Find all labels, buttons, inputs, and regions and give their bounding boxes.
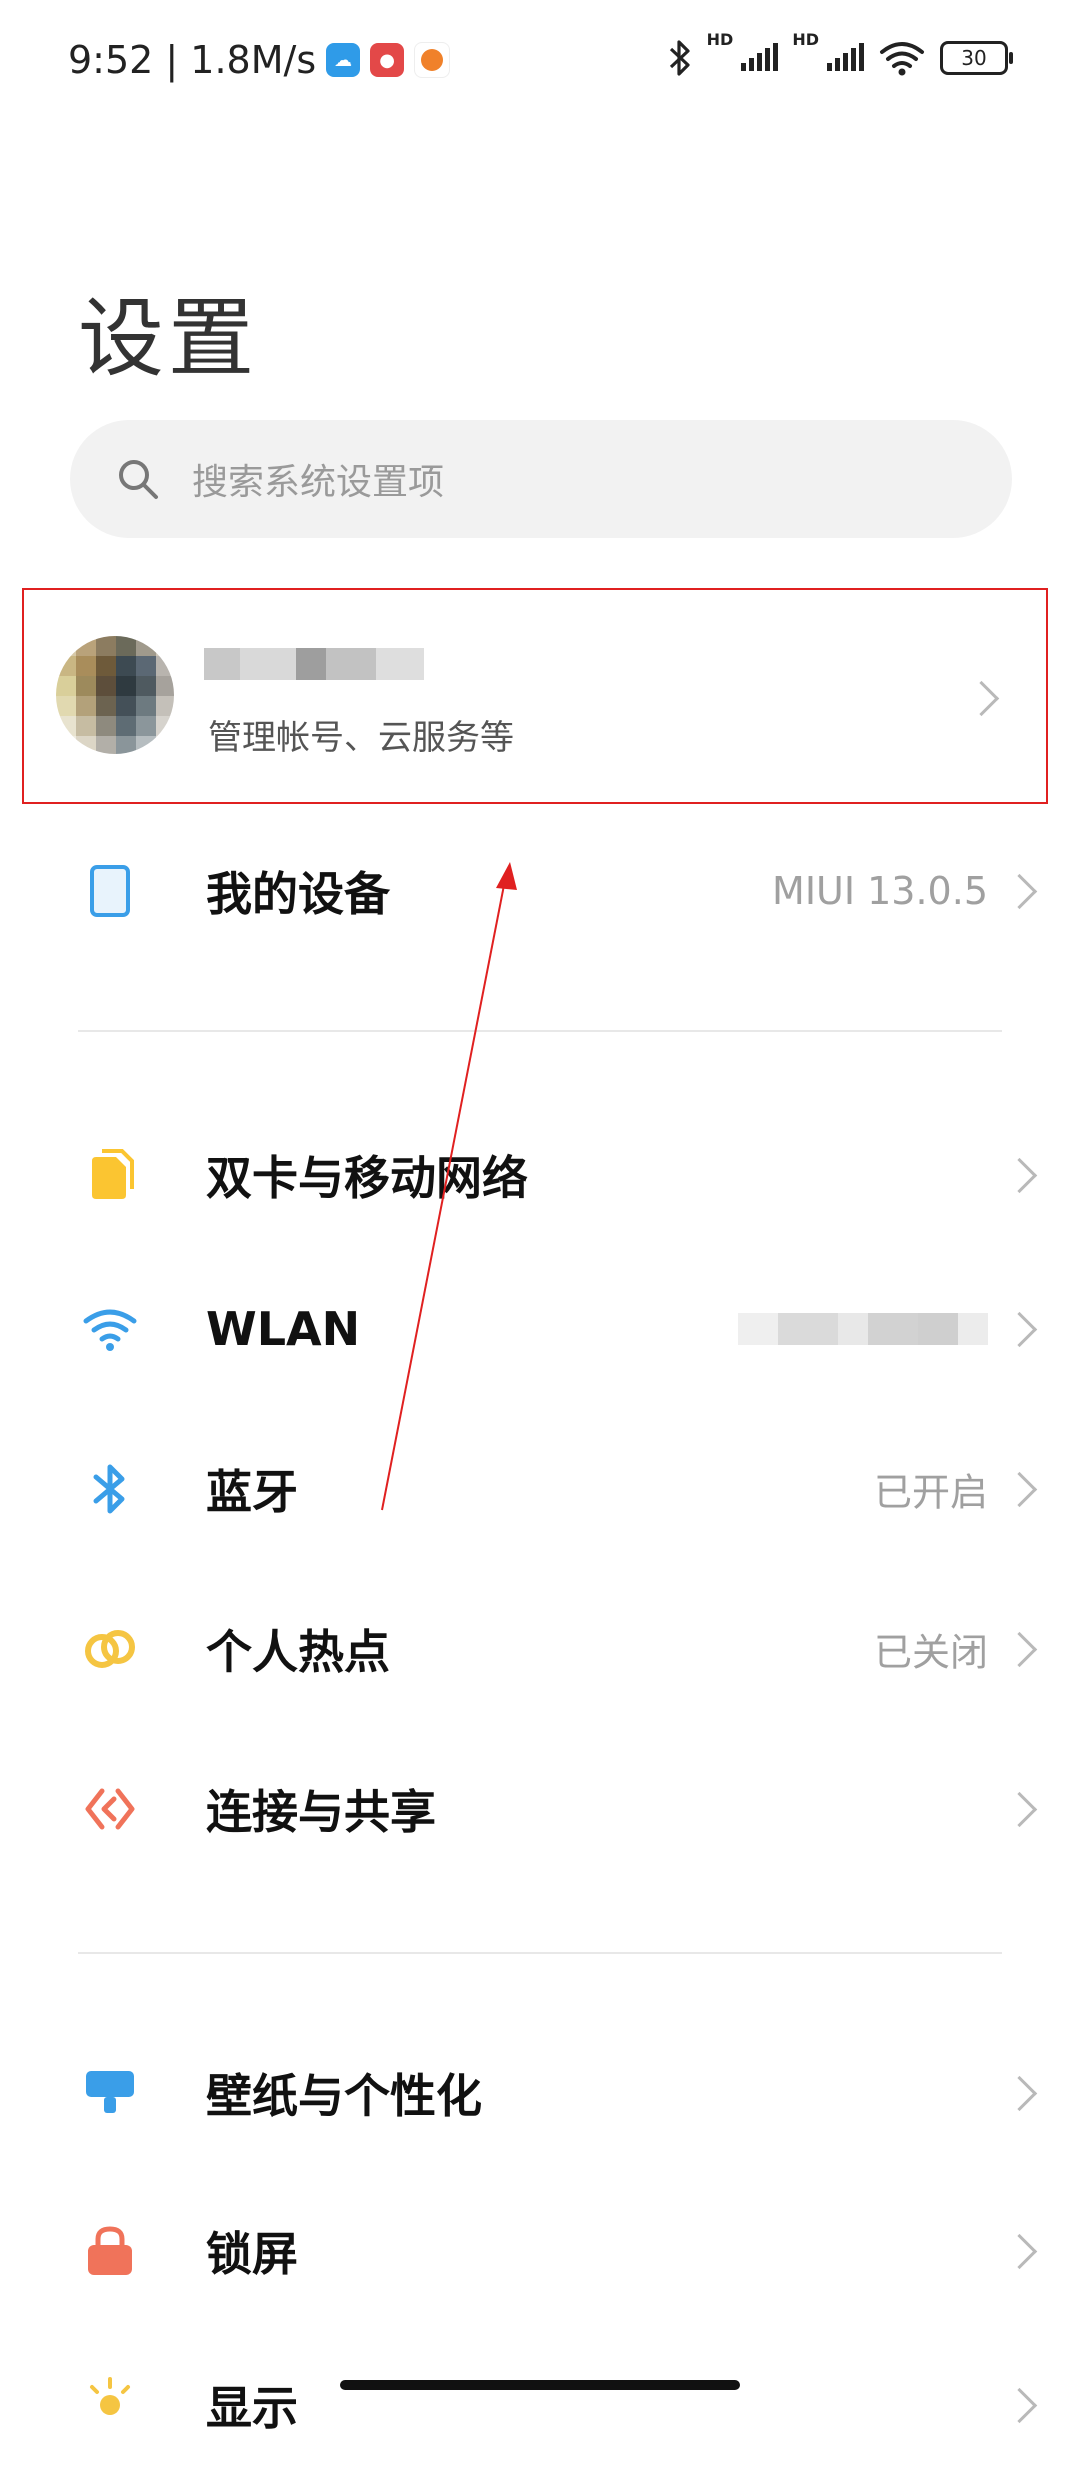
display-icon bbox=[90, 2377, 130, 2415]
chevron-right-icon bbox=[1001, 873, 1038, 910]
chevron-right-icon bbox=[1001, 2075, 1038, 2112]
search-icon bbox=[119, 460, 158, 499]
page-title: 设置 bbox=[78, 289, 258, 389]
status-left: 9:52 | 1.8M/s ☁ ● bbox=[68, 32, 451, 88]
chevron-right-icon bbox=[1001, 1631, 1038, 1668]
section-divider bbox=[78, 1952, 1002, 1954]
settings-item-label: 我的设备 bbox=[206, 867, 390, 921]
settings-item-label: WLAN bbox=[206, 1302, 361, 1356]
hotspot-icon bbox=[85, 1630, 135, 1668]
settings-item-connection-sharing[interactable]: 连接与共享 bbox=[0, 1734, 1080, 1884]
chevron-right-icon bbox=[1001, 1311, 1038, 1348]
battery-icon: 30 bbox=[940, 41, 1013, 75]
signal-icon-1 bbox=[741, 43, 779, 71]
settings-item-label: 双卡与移动网络 bbox=[206, 1151, 528, 1205]
settings-item-value: 已开启 bbox=[873, 1470, 988, 1515]
chevron-right-icon bbox=[1001, 2387, 1038, 2424]
settings-item-bluetooth[interactable]: 蓝牙 已开启 bbox=[0, 1414, 1080, 1564]
settings-item-wlan[interactable]: WLAN bbox=[0, 1254, 1080, 1404]
hd-badge-2: HD bbox=[792, 30, 819, 49]
home-indicator[interactable] bbox=[340, 2380, 740, 2390]
settings-item-label: 个人热点 bbox=[206, 1625, 390, 1679]
wallpaper-icon bbox=[86, 2071, 134, 2113]
account-row[interactable]: 管理帐号、云服务等 bbox=[22, 588, 1048, 804]
bluetooth-status-icon bbox=[669, 40, 690, 76]
battery-level: 30 bbox=[961, 46, 987, 70]
shopping-app-icon: ● bbox=[370, 43, 405, 77]
wifi-icon bbox=[83, 1309, 137, 1351]
chevron-right-icon bbox=[1001, 2233, 1038, 2270]
sim-card-icon bbox=[92, 1149, 134, 1199]
settings-item-label: 锁屏 bbox=[206, 2227, 298, 2281]
settings-item-hotspot[interactable]: 个人热点 已关闭 bbox=[0, 1574, 1080, 1724]
signal-icon-2 bbox=[827, 43, 864, 71]
orange-app-icon bbox=[414, 42, 451, 78]
lock-icon bbox=[88, 2226, 132, 2275]
share-icon bbox=[85, 1788, 135, 1830]
settings-item-sim-network[interactable]: 双卡与移动网络 bbox=[0, 1100, 1080, 1250]
search-placeholder: 搜索系统设置项 bbox=[192, 462, 445, 503]
wifi-status-icon bbox=[880, 42, 924, 76]
settings-item-value: 已关闭 bbox=[873, 1630, 988, 1675]
status-bar: 9:52 | 1.8M/s ☁ ● HD HD 30 bbox=[0, 0, 1080, 120]
settings-item-label: 蓝牙 bbox=[206, 1465, 298, 1519]
settings-item-display[interactable]: 显示 bbox=[0, 2330, 1080, 2480]
account-name-redacted bbox=[204, 638, 424, 694]
settings-item-value: MIUI 13.0.5 bbox=[772, 869, 988, 913]
status-right: HD HD 30 bbox=[667, 30, 1013, 86]
section-divider bbox=[78, 1030, 1002, 1032]
chevron-right-icon bbox=[1001, 1157, 1038, 1194]
chevron-right-icon bbox=[1001, 1471, 1038, 1508]
settings-item-label: 连接与共享 bbox=[206, 1785, 436, 1839]
hd-badge-1: HD bbox=[706, 30, 734, 49]
bluetooth-icon bbox=[93, 1464, 125, 1514]
settings-item-wallpaper[interactable]: 壁纸与个性化 bbox=[0, 2018, 1080, 2168]
settings-item-my-device[interactable]: 我的设备 MIUI 13.0.5 bbox=[0, 816, 1080, 966]
device-icon bbox=[90, 865, 130, 917]
status-time-speed: 9:52 | 1.8M/s bbox=[68, 38, 317, 82]
wifi-network-name-redacted bbox=[738, 1301, 988, 1357]
search-bar[interactable]: 搜索系统设置项 bbox=[70, 420, 1012, 538]
cloud-app-icon: ☁ bbox=[326, 43, 361, 77]
chevron-right-icon bbox=[1001, 1791, 1038, 1828]
settings-item-label: 壁纸与个性化 bbox=[206, 2069, 482, 2123]
settings-item-label: 显示 bbox=[206, 2381, 298, 2435]
chevron-right-icon bbox=[963, 680, 1000, 717]
settings-item-lock-screen[interactable]: 锁屏 bbox=[0, 2176, 1080, 2326]
account-subtitle: 管理帐号、云服务等 bbox=[208, 718, 514, 758]
avatar bbox=[56, 636, 174, 754]
